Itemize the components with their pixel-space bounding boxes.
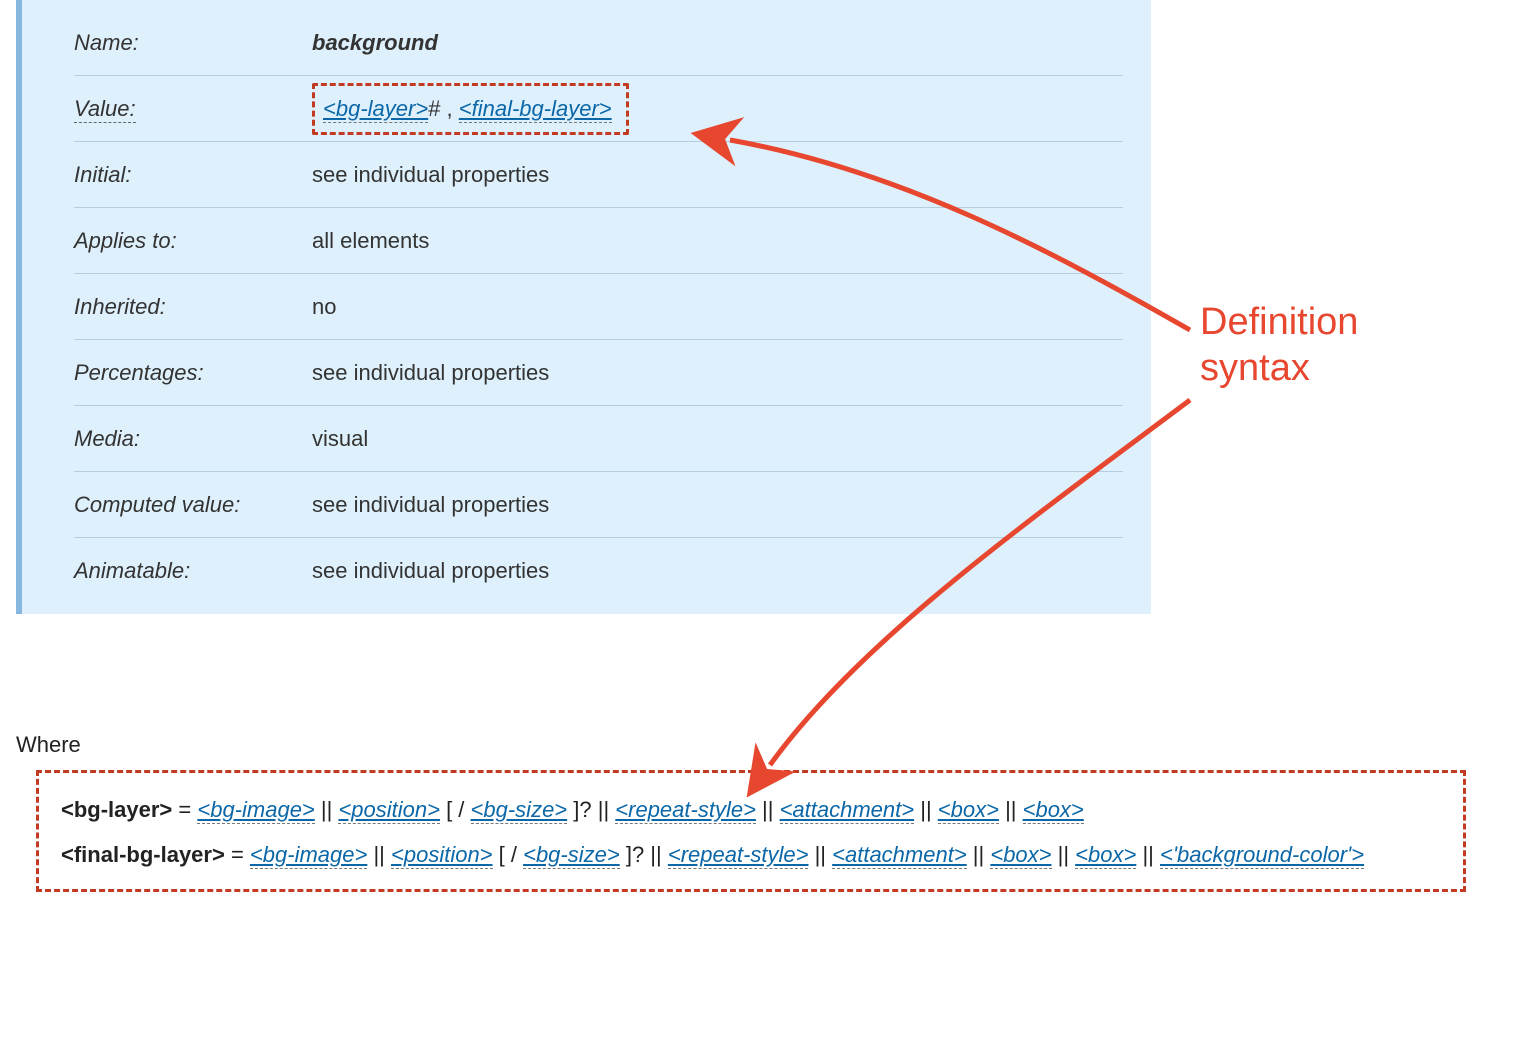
value-percentages: see individual properties bbox=[312, 360, 1123, 386]
value-value: <bg-layer># , <final-bg-layer> bbox=[312, 83, 1123, 135]
link-background-color[interactable]: <'background-color'> bbox=[1160, 842, 1364, 869]
grammar-bg-layer: <bg-layer> = <bg-image> || <position> [ … bbox=[61, 793, 1441, 826]
value-computed-value: see individual properties bbox=[312, 492, 1123, 518]
link-bg-image[interactable]: <bg-image> bbox=[197, 797, 314, 824]
value-name: background bbox=[312, 30, 1123, 56]
row-computed-value: Computed value: see individual propertie… bbox=[74, 472, 1123, 538]
row-name: Name: background bbox=[74, 10, 1123, 76]
value-inherited: no bbox=[312, 294, 1123, 320]
value-animatable: see individual properties bbox=[312, 558, 1123, 584]
label-animatable: Animatable: bbox=[74, 558, 312, 584]
link-attachment[interactable]: <attachment> bbox=[780, 797, 915, 824]
link-box3[interactable]: <box> bbox=[990, 842, 1051, 869]
label-initial: Initial: bbox=[74, 162, 312, 188]
row-percentages: Percentages: see individual properties bbox=[74, 340, 1123, 406]
label-inherited: Inherited: bbox=[74, 294, 312, 320]
grammar-final-bg-layer: <final-bg-layer> = <bg-image> || <positi… bbox=[61, 838, 1441, 871]
link-box2[interactable]: <box> bbox=[1023, 797, 1084, 824]
where-label: Where bbox=[16, 732, 81, 758]
link-box1[interactable]: <box> bbox=[938, 797, 999, 824]
row-media: Media: visual bbox=[74, 406, 1123, 472]
label-percentages: Percentages: bbox=[74, 360, 312, 386]
link-bg-size[interactable]: <bg-size> bbox=[471, 797, 568, 824]
link-position2[interactable]: <position> bbox=[391, 842, 493, 869]
link-bg-size2[interactable]: <bg-size> bbox=[523, 842, 620, 869]
annotation-definition-syntax: Definition syntax bbox=[1200, 300, 1358, 391]
row-initial: Initial: see individual properties bbox=[74, 142, 1123, 208]
link-final-bg-layer[interactable]: <final-bg-layer> bbox=[459, 96, 612, 123]
link-attachment2[interactable]: <attachment> bbox=[832, 842, 967, 869]
link-box4[interactable]: <box> bbox=[1075, 842, 1136, 869]
label-media: Media: bbox=[74, 426, 312, 452]
link-bg-image2[interactable]: <bg-image> bbox=[250, 842, 367, 869]
value-syntax-highlighted: <bg-layer># , <final-bg-layer> bbox=[312, 83, 629, 135]
value-applies-to: all elements bbox=[312, 228, 1123, 254]
value-media: visual bbox=[312, 426, 1123, 452]
link-bg-layer[interactable]: <bg-layer> bbox=[323, 96, 428, 123]
link-position[interactable]: <position> bbox=[338, 797, 440, 824]
row-inherited: Inherited: no bbox=[74, 274, 1123, 340]
link-repeat-style[interactable]: <repeat-style> bbox=[615, 797, 756, 824]
row-animatable: Animatable: see individual properties bbox=[74, 538, 1123, 604]
property-definition-table: Name: background Value: <bg-layer># , <f… bbox=[16, 0, 1151, 614]
label-name: Name: bbox=[74, 30, 312, 56]
label-value: Value: bbox=[74, 96, 312, 122]
label-applies-to: Applies to: bbox=[74, 228, 312, 254]
value-initial: see individual properties bbox=[312, 162, 1123, 188]
label-computed-value: Computed value: bbox=[74, 492, 312, 518]
grammar-box: <bg-layer> = <bg-image> || <position> [ … bbox=[36, 770, 1466, 892]
link-repeat-style2[interactable]: <repeat-style> bbox=[668, 842, 809, 869]
row-applies-to: Applies to: all elements bbox=[74, 208, 1123, 274]
row-value: Value: <bg-layer># , <final-bg-layer> bbox=[74, 76, 1123, 142]
